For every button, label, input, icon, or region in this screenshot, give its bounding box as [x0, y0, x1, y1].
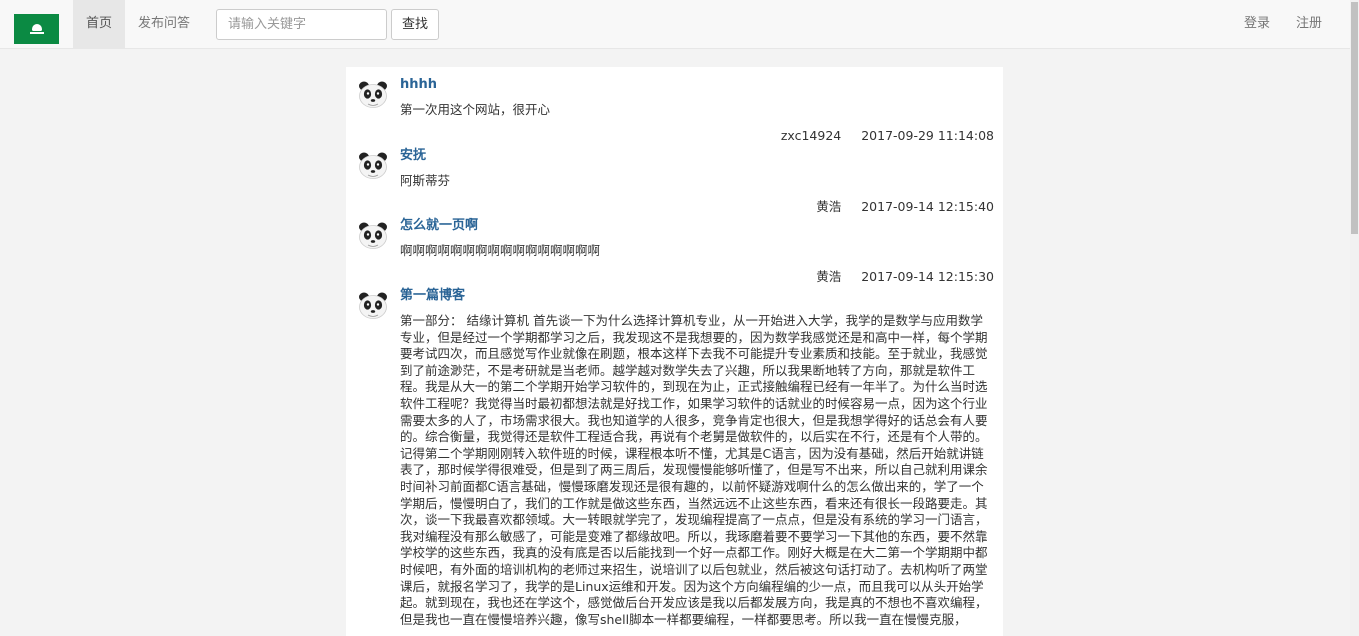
- search-button[interactable]: 查找: [391, 9, 439, 40]
- macau-flag-icon: [29, 24, 44, 34]
- post-author: 黄浩: [816, 199, 842, 214]
- post-meta: zxc14924 2017-09-29 11:14:08: [781, 128, 994, 144]
- post-title[interactable]: 安抚: [400, 147, 426, 165]
- post-list: hhhh 第一次用这个网站，很开心 zxc14924 2017-09-29 11:…: [346, 67, 1003, 636]
- page-scrollbar[interactable]: [1350, 0, 1359, 636]
- post-time: 2017-09-29 11:14:08: [861, 128, 994, 143]
- post-time: 2017-09-14 12:15:30: [861, 269, 994, 284]
- panda-avatar-icon: [358, 292, 388, 320]
- nav-home-link[interactable]: 首页: [73, 0, 125, 48]
- post-meta: 黄浩 2017-09-14 12:15:40: [816, 199, 994, 215]
- nav-register-link[interactable]: 注册: [1284, 0, 1334, 48]
- post-time: 2017-09-14 12:15:40: [861, 199, 994, 214]
- navbar: 首页 发布问答 查找 登录 注册: [0, 0, 1350, 49]
- scrollbar-thumb[interactable]: [1351, 2, 1358, 234]
- post-body: 阿斯蒂芬: [400, 173, 451, 188]
- nav-ask-link[interactable]: 发布问答: [125, 0, 203, 48]
- post-meta: 黄浩 2017-09-14 12:15:30: [816, 269, 994, 285]
- panda-avatar-icon: [358, 222, 388, 250]
- post-title[interactable]: 第一篇博客: [400, 287, 465, 305]
- post-title[interactable]: hhhh: [400, 76, 437, 94]
- post-title[interactable]: 怎么就一页啊: [400, 217, 478, 235]
- post-body: 第一部分： 结缘计算机 首先谈一下为什么选择计算机专业，从一开始进入大学，我学的…: [400, 313, 988, 627]
- search-input[interactable]: [216, 9, 387, 40]
- panda-avatar-icon: [358, 152, 388, 180]
- post-body: 第一次用这个网站，很开心: [400, 102, 551, 117]
- post-author: 黄浩: [816, 269, 842, 284]
- post-author: zxc14924: [780, 128, 842, 143]
- nav-login-link[interactable]: 登录: [1232, 0, 1282, 48]
- panda-avatar-icon: [358, 81, 388, 109]
- post-body: 啊啊啊啊啊啊啊啊啊啊啊啊啊啊啊啊: [400, 243, 601, 258]
- brand-logo[interactable]: [14, 14, 59, 44]
